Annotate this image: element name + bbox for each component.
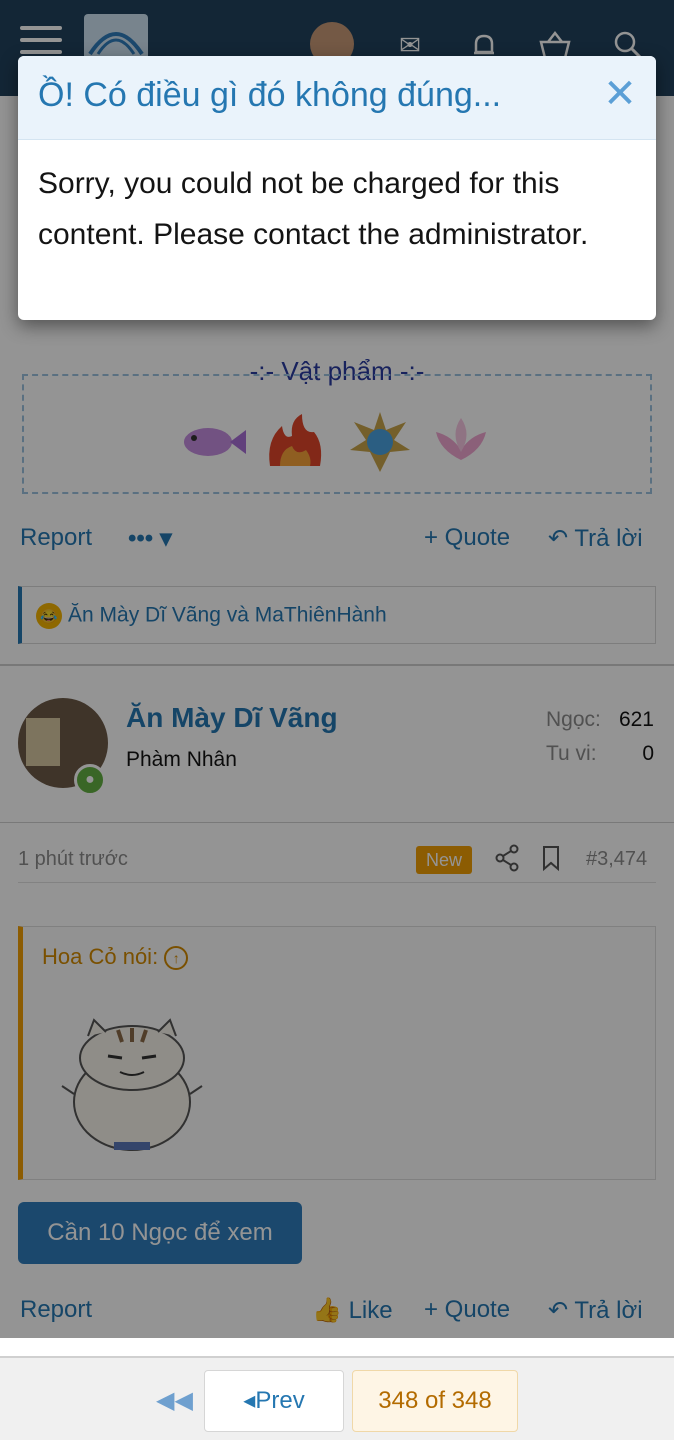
close-icon[interactable]: ✕ <box>600 74 640 118</box>
prev-page-button[interactable]: ◂Prev <box>204 1370 344 1432</box>
modal-title: Ồ! Có điều gì đó không đúng... <box>38 76 502 114</box>
page: ✉ -:- Vật phẩm -:- Report ••• ▾ + Quote … <box>0 0 674 1440</box>
modal-message: Sorry, you could not be charged for this… <box>38 167 589 251</box>
error-modal: Ồ! Có điều gì đó không đúng... ✕ Sorry, … <box>18 56 656 320</box>
prev-label: Prev <box>255 1387 305 1414</box>
page-indicator[interactable]: 348 of 348 <box>352 1370 518 1432</box>
first-page-icon[interactable]: ◀◀ <box>156 1386 193 1416</box>
modal-header: Ồ! Có điều gì đó không đúng... ✕ <box>18 56 656 140</box>
caret-left-icon: ◂ <box>243 1387 256 1414</box>
